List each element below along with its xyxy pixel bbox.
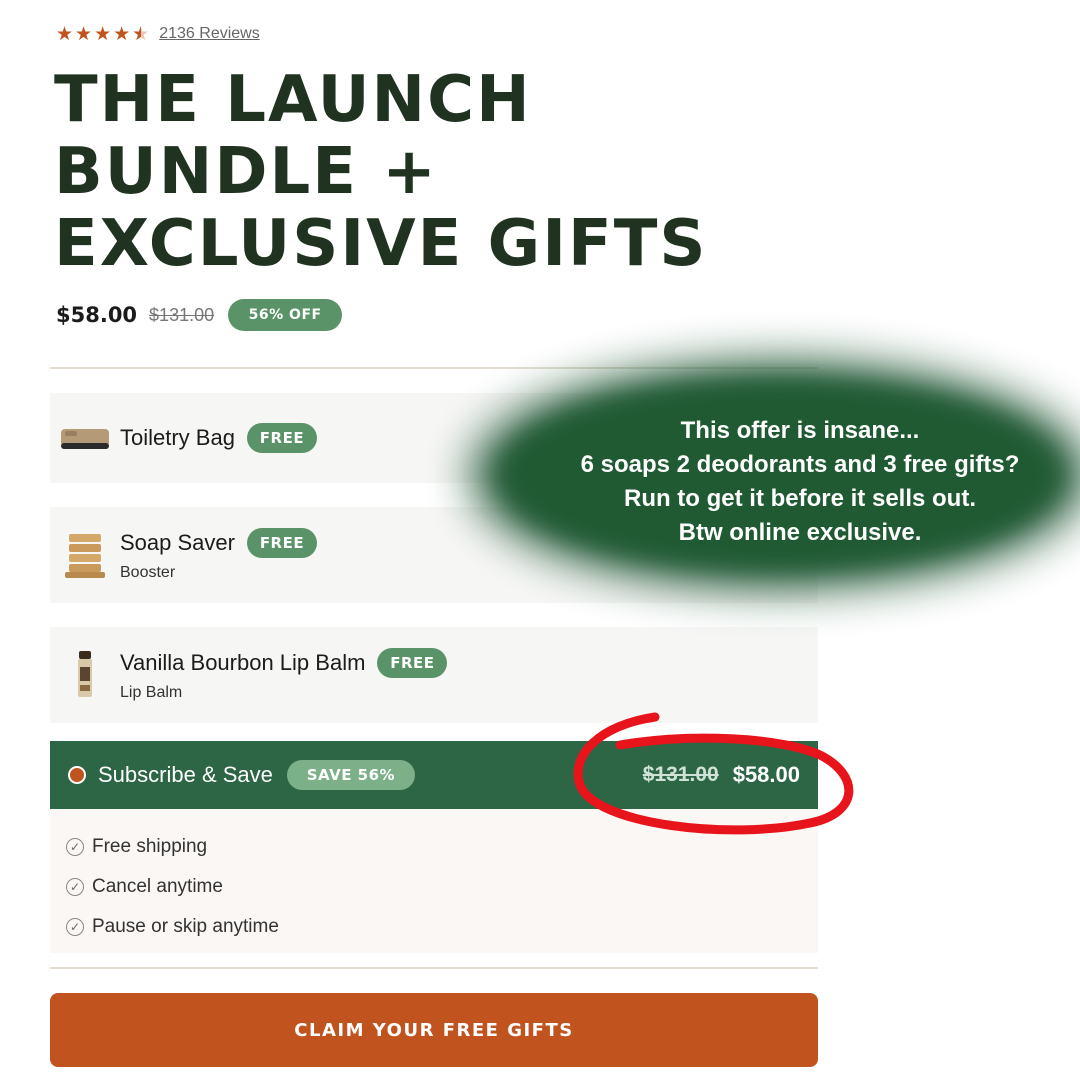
title-line: EXCLUSIVE GIFTS <box>54 207 708 281</box>
save-badge: SAVE 56% <box>286 760 415 790</box>
free-badge: FREE <box>246 423 317 453</box>
overlay-line: Run to get it before it sells out. <box>623 485 976 512</box>
half-star-icon: ★ ★ <box>132 22 150 45</box>
subscribe-label: Subscribe & Save <box>98 762 273 787</box>
overlay-line: This offer is insane... <box>680 417 920 444</box>
rating: ★ ★ ★ ★ ★ ★ 2136 Reviews <box>56 22 260 46</box>
benefit-text: Cancel anytime <box>92 876 223 897</box>
benefit-item: ✓ Cancel anytime <box>66 867 818 907</box>
star-icon: ★ <box>75 22 93 45</box>
star-icon: ★ <box>56 22 74 45</box>
reviews-link[interactable]: 2136 Reviews <box>159 25 260 43</box>
discount-badge: 56% OFF <box>228 299 343 331</box>
lip-balm-icon <box>50 649 120 701</box>
free-badge: FREE <box>377 648 448 678</box>
toiletry-bag-icon <box>50 423 120 453</box>
title-line: BUNDLE + <box>54 135 438 209</box>
check-circle-icon: ✓ <box>66 838 84 856</box>
original-price: $131.00 <box>149 304 215 325</box>
benefit-text: Free shipping <box>92 836 208 857</box>
free-badge: FREE <box>246 528 317 558</box>
gift-subtitle: Booster <box>120 564 176 581</box>
gift-subtitle: Lip Balm <box>120 684 183 701</box>
current-price: $58.00 <box>56 303 138 327</box>
divider <box>50 967 818 969</box>
overlay-line: Btw online exclusive. <box>678 519 922 546</box>
gift-name: Toiletry Bag <box>120 425 235 450</box>
benefit-item: ✓ Pause or skip anytime <box>66 907 818 947</box>
red-circle-annotation <box>573 712 854 835</box>
claim-free-gifts-button[interactable]: CLAIM YOUR FREE GIFTS <box>50 993 818 1067</box>
star-icon: ★ <box>94 22 112 45</box>
check-circle-icon: ✓ <box>66 878 84 896</box>
benefit-text: Pause or skip anytime <box>92 916 279 937</box>
overlay-line: 6 soaps 2 deodorants and 3 free gifts? <box>580 451 1020 478</box>
gift-name: Soap Saver <box>120 530 235 555</box>
star-icon: ★ <box>113 22 131 45</box>
check-circle-icon: ✓ <box>66 918 84 936</box>
title-line: THE LAUNCH <box>54 63 532 137</box>
gift-name: Vanilla Bourbon Lip Balm <box>120 650 366 675</box>
overlay-caption: This offer is insane... 6 soaps 2 deodor… <box>520 414 1080 550</box>
soap-saver-icon <box>50 530 120 580</box>
product-title: THE LAUNCH BUNDLE + EXCLUSIVE GIFTS <box>54 64 814 280</box>
radio-selected-icon[interactable] <box>68 766 86 784</box>
price-row: $58.00 $131.00 56% OFF <box>56 296 343 334</box>
